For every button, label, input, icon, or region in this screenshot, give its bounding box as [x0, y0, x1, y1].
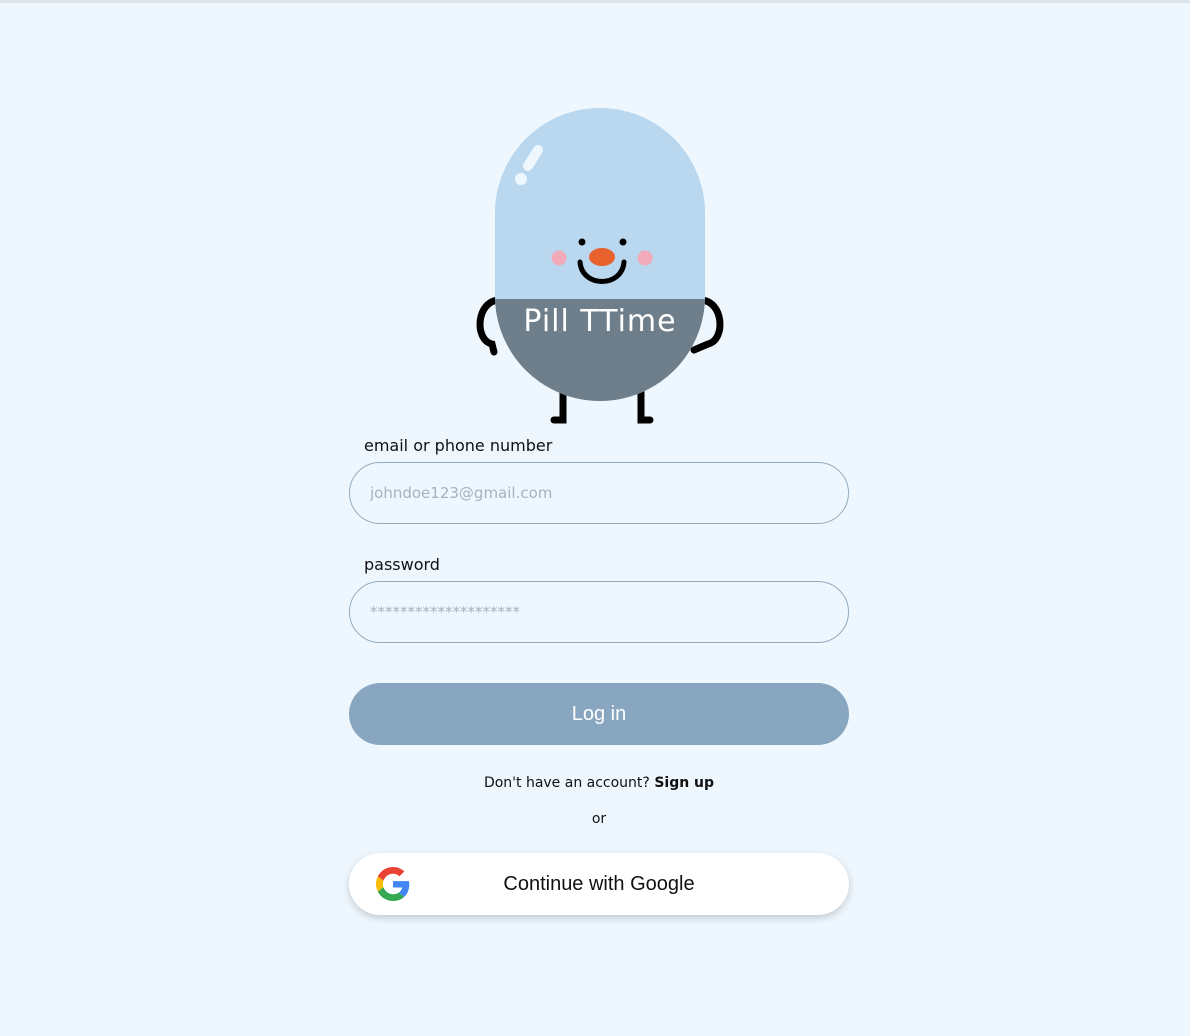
password-label: password	[364, 555, 440, 574]
email-label: email or phone number	[364, 436, 553, 455]
signup-prompt-text: Don't have an account?	[483, 775, 650, 791]
signup-prompt-row: Don't have an account? Sign up	[349, 775, 849, 791]
pill-mascot-icon	[476, 108, 724, 424]
login-button[interactable]: Log in	[349, 683, 849, 745]
password-field[interactable]	[349, 581, 849, 643]
pill-mascot-logo: Pill TTime	[470, 104, 730, 430]
or-divider-text: or	[591, 811, 607, 827]
google-button-label: Continue with Google	[503, 873, 695, 895]
app-logo-text: Pill TTime	[523, 304, 677, 339]
email-field[interactable]	[349, 462, 849, 524]
login-form: email or phone number password Log in Do…	[349, 436, 849, 915]
continue-with-google-button[interactable]: Continue with Google	[349, 853, 849, 915]
signup-link[interactable]: Sign up	[654, 775, 714, 791]
top-divider	[0, 0, 1190, 3]
